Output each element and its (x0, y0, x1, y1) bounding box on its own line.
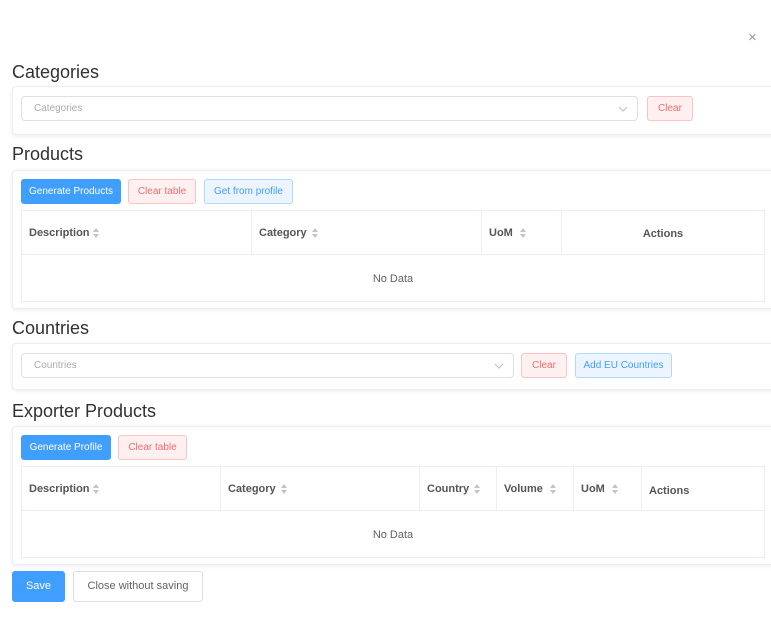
get-from-profile-button[interactable]: Get from profile (204, 179, 293, 204)
column-header-label: Actions (649, 485, 690, 497)
sort-icon[interactable] (474, 484, 480, 494)
column-header-label: Actions (642, 228, 684, 240)
column-header-label: Country (427, 483, 470, 495)
categories-select-placeholder: Categories (34, 103, 83, 114)
products-col-description[interactable]: Description (22, 211, 252, 255)
sort-icon[interactable] (93, 484, 99, 494)
exporter-products-title: Exporter Products (12, 401, 157, 421)
sort-icon[interactable] (520, 228, 526, 238)
products-card: Generate Products Clear table Get from p… (12, 170, 771, 309)
countries-select-placeholder: Countries (34, 360, 77, 371)
close-without-saving-button[interactable]: Close without saving (73, 571, 203, 602)
sort-icon[interactable] (312, 228, 318, 238)
sort-icon[interactable] (612, 484, 618, 494)
products-col-actions: Actions (562, 211, 764, 255)
column-header-label: UoM (489, 227, 513, 239)
exporter-col-actions: Actions (642, 467, 764, 511)
exporter-col-description[interactable]: Description (22, 467, 221, 511)
sort-icon[interactable] (281, 484, 287, 494)
generate-profile-button[interactable]: Generate Profile (21, 435, 111, 460)
exporter-products-empty-text: No Data (372, 529, 414, 541)
countries-select[interactable]: Countries (21, 353, 514, 378)
save-button[interactable]: Save (12, 571, 65, 602)
generate-products-button[interactable]: Generate Products (21, 179, 121, 204)
add-eu-countries-button[interactable]: Add EU Countries (575, 353, 672, 378)
products-col-uom[interactable]: UoM (482, 211, 562, 255)
products-clear-table-button[interactable]: Clear table (128, 179, 196, 204)
exporter-col-country[interactable]: Country (420, 467, 497, 511)
column-header-label: UoM (581, 483, 605, 495)
categories-title: Categories (12, 62, 100, 82)
column-header-label: Description (29, 227, 90, 239)
exporter-products-table: Description Category Country Volume UoM … (21, 466, 765, 558)
countries-card: Countries Clear Add EU Countries (12, 343, 771, 390)
sort-icon[interactable] (93, 228, 99, 238)
column-header-label: Category (228, 483, 276, 495)
products-title: Products (12, 144, 84, 164)
exporter-col-category[interactable]: Category (221, 467, 420, 511)
exporter-col-volume[interactable]: Volume (497, 467, 574, 511)
exporter-products-card: Generate Profile Clear table Description… (12, 426, 771, 565)
products-table: Description Category UoM Actions No Data (21, 210, 765, 302)
countries-title: Countries (12, 318, 90, 338)
sort-icon[interactable] (550, 484, 556, 494)
chevron-down-icon (618, 106, 628, 112)
categories-card: Categories Clear (12, 86, 771, 135)
column-header-label: Volume (504, 483, 543, 495)
exporter-col-uom[interactable]: UoM (574, 467, 642, 511)
products-col-category[interactable]: Category (252, 211, 482, 255)
products-empty-text: No Data (372, 273, 414, 285)
countries-clear-button[interactable]: Clear (521, 353, 567, 378)
categories-clear-button[interactable]: Clear (647, 96, 693, 121)
categories-select[interactable]: Categories (21, 96, 638, 121)
column-header-label: Description (29, 483, 90, 495)
chevron-down-icon (494, 363, 504, 369)
column-header-label: Category (259, 227, 307, 239)
exporter-clear-table-button[interactable]: Clear table (118, 435, 187, 460)
close-icon[interactable]: × (748, 30, 757, 46)
